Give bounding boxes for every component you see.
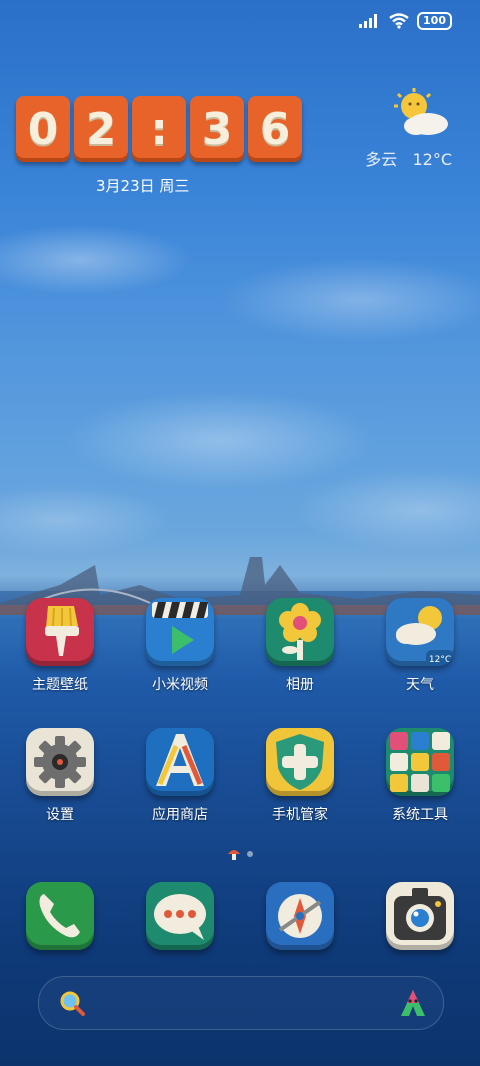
clock-separator: : — [132, 96, 186, 162]
clock-widget[interactable]: 0 2 : 3 6 — [16, 96, 302, 162]
page-dot — [247, 851, 253, 857]
magnifier-icon — [60, 991, 85, 1016]
app-label: 天气 — [406, 677, 434, 693]
app-settings[interactable]: 设置 — [0, 728, 120, 824]
dock-messages[interactable] — [120, 882, 240, 950]
phone-icon — [26, 882, 94, 950]
dock-browser[interactable] — [240, 882, 360, 950]
assistant-icon[interactable] — [399, 988, 427, 1018]
search-bar[interactable] — [38, 976, 444, 1030]
wallpaper-clouds — [0, 180, 480, 560]
app-weather[interactable]: 12°C 天气 — [360, 598, 480, 694]
gear-icon — [26, 728, 94, 796]
camera-icon — [386, 882, 454, 950]
mushroom-icon — [228, 850, 240, 860]
app-store-icon — [146, 728, 214, 796]
app-system-tools[interactable]: 系统工具 — [360, 728, 480, 824]
clapperboard-icon — [146, 598, 214, 666]
clock-digit: 3 — [190, 96, 244, 162]
messages-icon — [146, 882, 214, 950]
app-label: 小米视频 — [152, 677, 208, 693]
wifi-icon — [389, 13, 409, 29]
battery-indicator: 100 — [417, 12, 452, 30]
app-label: 应用商店 — [152, 807, 208, 823]
partly-cloudy-sun-icon — [394, 88, 448, 135]
page-indicator[interactable] — [0, 848, 480, 860]
app-row-1: 主题壁纸 小米视频 相册 12°C 天气 — [0, 598, 480, 694]
dock — [0, 882, 480, 950]
app-gallery[interactable]: 相册 — [240, 598, 360, 694]
signal-icon — [359, 14, 378, 28]
tools-folder-icon — [386, 728, 454, 796]
app-label: 手机管家 — [272, 807, 328, 823]
weather-condition: 多云 — [365, 150, 398, 169]
clock-digit: 2 — [74, 96, 128, 162]
app-security[interactable]: 手机管家 — [240, 728, 360, 824]
app-label: 相册 — [286, 677, 314, 693]
app-store[interactable]: 应用商店 — [120, 728, 240, 824]
dock-phone[interactable] — [0, 882, 120, 950]
weather-text: 多云 12°C — [365, 146, 452, 170]
app-theme-wallpaper[interactable]: 主题壁纸 — [0, 598, 120, 694]
flower-icon — [266, 598, 334, 666]
date-label[interactable]: 3月23日 周三 — [96, 175, 189, 196]
shield-icon — [266, 728, 334, 796]
app-label: 设置 — [46, 807, 74, 823]
app-label: 系统工具 — [392, 807, 448, 823]
browser-icon — [266, 882, 334, 950]
app-label: 主题壁纸 — [32, 677, 88, 693]
weather-app-icon: 12°C — [386, 598, 454, 666]
weather-badge: 12°C — [429, 655, 451, 665]
app-mi-video[interactable]: 小米视频 — [120, 598, 240, 694]
app-row-2: 设置 应用商店 手机管家 系统工具 — [0, 728, 480, 824]
weather-temperature: 12°C — [412, 150, 452, 169]
status-bar: 100 — [359, 12, 452, 30]
clock-digit: 0 — [16, 96, 70, 162]
dock-camera[interactable] — [360, 882, 480, 950]
paintbrush-icon — [26, 598, 94, 666]
clock-digit: 6 — [248, 96, 302, 162]
